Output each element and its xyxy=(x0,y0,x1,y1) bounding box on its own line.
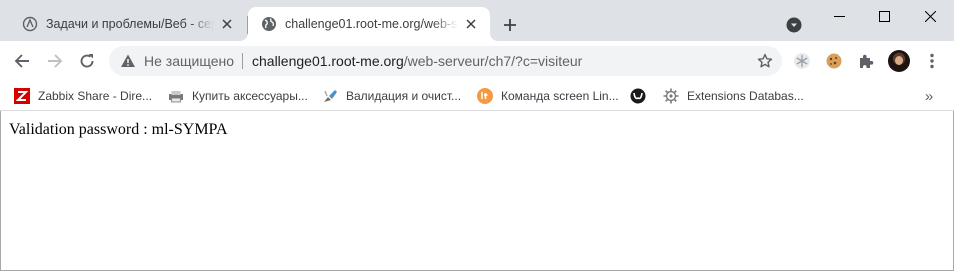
page-content: Validation password : ml-SYMPA xyxy=(0,111,954,271)
tab-search-icon[interactable] xyxy=(783,14,805,36)
url-path: /web-serveur/ch7/?c=visiteur xyxy=(403,53,583,69)
zabbix-icon xyxy=(14,88,30,104)
lt-icon xyxy=(477,88,493,104)
bookmarks-overflow-chevron-icon[interactable]: » xyxy=(920,87,938,105)
bookmark-star-icon[interactable] xyxy=(756,52,774,70)
globe-icon xyxy=(261,16,277,32)
address-bar[interactable]: Не защищено challenge01.root-me.org/web-… xyxy=(109,46,782,76)
root-me-favicon-icon xyxy=(22,16,38,32)
tab-title: Задачи и проблемы/Веб - серве xyxy=(46,17,214,31)
tab-strip: Задачи и проблемы/Веб - серве challenge0… xyxy=(0,0,954,41)
extensions-puzzle-icon[interactable] xyxy=(856,51,876,71)
omnibox-divider xyxy=(242,53,243,69)
security-label[interactable]: Не защищено xyxy=(144,53,234,69)
maximize-button[interactable] xyxy=(861,0,907,32)
bookmark-validation[interactable]: Валидация и очист... xyxy=(322,84,461,108)
brush-icon xyxy=(322,88,338,104)
bookmark-dark-logo[interactable] xyxy=(630,84,646,108)
bookmarks-bar: Zabbix Share - Dire... Купить аксессуары… xyxy=(0,81,954,111)
bookmark-label: Zabbix Share - Dire... xyxy=(38,89,153,103)
dark-logo-icon xyxy=(630,88,646,104)
warning-icon[interactable] xyxy=(120,53,136,69)
forward-button[interactable] xyxy=(41,47,69,75)
minimize-button[interactable] xyxy=(816,0,862,32)
bookmark-label: Валидация и очист... xyxy=(346,89,462,103)
menu-dots-icon[interactable] xyxy=(922,51,942,71)
validation-password-text: Validation password : ml-SYMPA xyxy=(9,121,228,138)
bookmark-screen-linux[interactable]: Команда screen Lin... xyxy=(477,84,619,108)
new-tab-button[interactable] xyxy=(498,13,522,37)
bookmark-zabbix[interactable]: Zabbix Share - Dire... xyxy=(14,84,152,108)
back-button[interactable] xyxy=(8,47,36,75)
tab-close-icon[interactable] xyxy=(462,15,480,33)
profile-avatar[interactable] xyxy=(888,50,910,72)
snowflake-extension-icon[interactable] xyxy=(792,51,812,71)
bookmark-accessories[interactable]: Купить аксессуары... xyxy=(168,84,308,108)
toolbar: Не защищено challenge01.root-me.org/web-… xyxy=(0,41,954,81)
gear-icon xyxy=(663,88,679,104)
cookie-extension-icon[interactable] xyxy=(824,51,844,71)
bookmark-label: Команда screen Lin... xyxy=(501,89,619,103)
close-window-button[interactable] xyxy=(907,0,953,32)
url-host: challenge01.root-me.org xyxy=(252,53,404,69)
tab-tasks[interactable]: Задачи и проблемы/Веб - серве xyxy=(8,7,246,41)
reload-button[interactable] xyxy=(73,47,101,75)
url-text[interactable]: challenge01.root-me.org/web-serveur/ch7/… xyxy=(252,53,582,69)
tab-title: challenge01.root-me.org/web-se xyxy=(285,17,458,31)
tab-challenge[interactable]: challenge01.root-me.org/web-se xyxy=(248,7,490,41)
bookmark-label: Extensions Databas... xyxy=(687,89,804,103)
printer-icon xyxy=(168,88,184,104)
bookmark-label: Купить аксессуары... xyxy=(192,89,308,103)
bookmark-extensions-database[interactable]: Extensions Databas... xyxy=(663,84,804,108)
